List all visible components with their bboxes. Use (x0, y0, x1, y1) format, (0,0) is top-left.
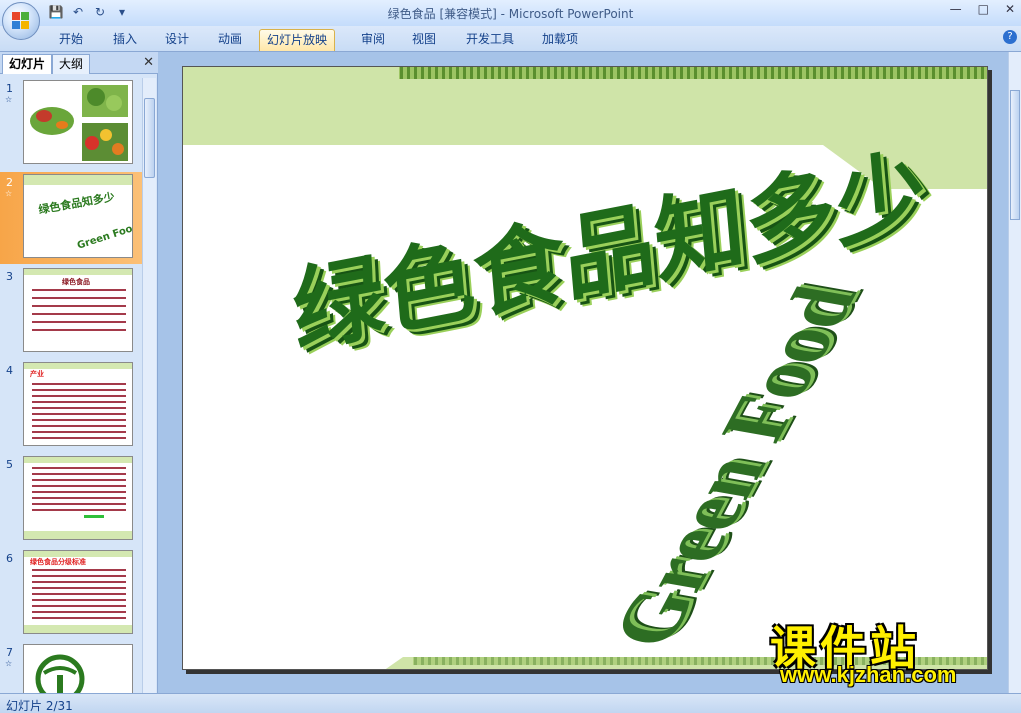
tab-view[interactable]: 视图 (405, 29, 443, 51)
tab-slides[interactable]: 幻灯片 (2, 54, 53, 74)
slide-thumb-6[interactable]: 6 绿色食品分级标准 (0, 548, 142, 640)
slide-thumb-image (23, 456, 133, 540)
slide-number: 5 (6, 458, 13, 471)
animation-star-icon: ☆ (5, 189, 13, 198)
vegetables-image (24, 81, 132, 163)
slides-panel: 幻灯片 大纲 ✕ 1 ☆ 2 ☆ 绿色食品知多少 Green Food 3 绿色… (0, 52, 158, 693)
scrollbar-thumb[interactable] (144, 98, 155, 178)
thumb-band (24, 175, 132, 185)
close-icon[interactable]: ✕ (143, 55, 154, 70)
slide-thumb-4[interactable]: 4 产业 (0, 360, 142, 452)
slide-scrollbar[interactable] (1008, 52, 1021, 693)
slide-thumb-3[interactable]: 3 绿色食品 (0, 266, 142, 358)
slide-thumb-image: 绿色食品 (23, 268, 133, 352)
window-title: 绿色食品 [兼容模式] - Microsoft PowerPoint (387, 7, 634, 21)
slide-editing-area: 绿色食品知多少 Green Food (158, 52, 1008, 693)
tab-animations[interactable]: 动画 (211, 29, 249, 51)
slides-panel-tabs: 幻灯片 大纲 ✕ (0, 52, 158, 74)
ribbon-tabs: 开始 插入 设计 动画 幻灯片放映 审阅 视图 开发工具 加载项 (0, 26, 1021, 52)
thumb-band (24, 457, 132, 463)
tab-design[interactable]: 设计 (158, 29, 196, 51)
slide-thumb-image: 绿色食品知多少 Green Food (23, 174, 133, 258)
slide-thumb-image: 产业 (23, 362, 133, 446)
slide-thumbnails: 1 ☆ 2 ☆ 绿色食品知多少 Green Food 3 绿色食品 4 产业 5… (0, 78, 142, 693)
title-bar: 💾 ↶ ↻ ▾ 绿色食品 [兼容模式] - Microsoft PowerPoi… (0, 0, 1021, 26)
slide-thumb-1[interactable]: 1 ☆ (0, 78, 142, 170)
slide-thumb-image (23, 644, 133, 693)
office-logo-icon (12, 12, 30, 30)
tab-home[interactable]: 开始 (52, 29, 90, 51)
minimize-button[interactable]: — (950, 2, 962, 16)
thumb-title: 绿色食品分级标准 (30, 558, 86, 566)
slide-thumb-7[interactable]: 7 ☆ (0, 642, 142, 693)
window-controls: — □ ✕ (950, 2, 1015, 16)
office-button[interactable] (2, 2, 40, 40)
thumb-title: 产业 (30, 370, 44, 378)
slide-number: 4 (6, 364, 13, 377)
slide-number: 2 (6, 176, 13, 189)
tab-developer[interactable]: 开发工具 (459, 29, 521, 51)
thumb-subtitle: Green Food (75, 221, 133, 252)
slide-counter: 幻灯片 2/31 (6, 699, 73, 713)
slide-number: 6 (6, 552, 13, 565)
help-icon[interactable]: ? (1003, 30, 1017, 44)
slides-panel-scrollbar[interactable] (142, 78, 156, 693)
close-button[interactable]: ✕ (1005, 2, 1015, 16)
watermark-url: www.kjzhan.com (780, 662, 957, 687)
status-bar: 幻灯片 2/31 (0, 693, 1021, 713)
slide-thumb-5[interactable]: 5 (0, 454, 142, 546)
slide-thumb-image: 绿色食品分级标准 (23, 550, 133, 634)
slide-number: 1 (6, 82, 13, 95)
slide-number: 3 (6, 270, 13, 283)
tab-outline[interactable]: 大纲 (52, 54, 91, 74)
tab-add-ins[interactable]: 加载项 (535, 29, 585, 51)
slide-thumb-image (23, 80, 133, 164)
watermark-logo: 课件站 www.kjzhan.com (770, 612, 1006, 692)
slide-number: 7 (6, 646, 13, 659)
tab-slide-show[interactable]: 幻灯片放映 (259, 29, 336, 51)
slide-thumb-2[interactable]: 2 ☆ 绿色食品知多少 Green Food (0, 172, 142, 264)
thumb-title: 绿色食品知多少 (37, 190, 116, 217)
current-slide[interactable]: 绿色食品知多少 Green Food (182, 66, 988, 670)
maximize-button[interactable]: □ (978, 2, 989, 16)
animation-star-icon: ☆ (5, 95, 13, 104)
animation-star-icon: ☆ (5, 659, 13, 668)
scrollbar-thumb[interactable] (1010, 90, 1020, 220)
tab-insert[interactable]: 插入 (106, 29, 144, 51)
tab-review[interactable]: 审阅 (354, 29, 392, 51)
thumb-title: 绿色食品 (62, 278, 90, 286)
thumb-band (24, 269, 132, 275)
green-food-logo-icon (35, 654, 85, 693)
